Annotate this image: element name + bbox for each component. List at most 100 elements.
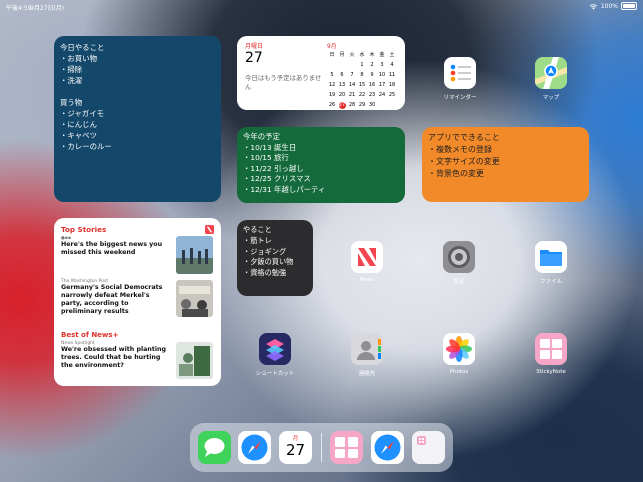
calendar-weekday: 月 [339,52,345,58]
memo-widget[interactable]: 今日やること ・お買い物 ・掃除 ・洗濯 買う物 ・ジャガイモ ・にんじん ・キ… [54,36,221,202]
app-features-widget[interactable]: アプリでできること ・複数メモの登録 ・文字サイズの変更 ・背景色の変更 [422,127,589,202]
app-label: リマインダー [443,95,477,101]
stickynote-icon [535,333,567,365]
messages-icon[interactable] [198,431,231,464]
app-stickynote[interactable]: StickyNote [521,333,581,375]
calendar-today: 月曜日 27 今日はもう予定はありません [245,41,325,92]
reminders-icon [444,57,476,89]
app-contacts[interactable]: 連絡先 [337,333,397,377]
news-featured-story[interactable]: News Spotlight We're obsessed with plant… [61,341,171,370]
calendar-weekday: 土 [389,52,395,58]
files-icon [535,241,567,273]
calendar-date [387,102,397,109]
calendar-date [327,62,337,69]
calendar-date: 26 [328,102,336,108]
news-story-title: Here's the biggest news you missed this … [61,241,163,256]
status-time: 午後4:59 [6,5,32,12]
status-right: 100% [589,2,637,10]
calendar-date: 4 [390,62,394,68]
app-label: StickyNote [536,369,566,375]
calendar-widget[interactable]: 月曜日 27 今日はもう予定はありません 9月 日月火水木金土123456789… [237,36,405,110]
calendar-date: 7 [350,72,354,78]
app-label: ショートカット [255,371,295,377]
calendar-date: 10 [378,72,386,78]
calendar-date: 13 [338,82,346,88]
settings-icon [443,241,475,273]
calendar-date [347,62,357,69]
contacts-icon [351,333,383,365]
news-featured-image [176,342,213,379]
calendar-date: 17 [378,82,386,88]
calendar-date: 29 [358,102,366,108]
app-features-text: アプリでできること ・複数メモの登録 ・文字サイズの変更 ・背景色の変更 [428,133,500,178]
memo-text: 今日やること ・お買い物 ・掃除 ・洗濯 買う物 ・ジャガイモ ・にんじん ・キ… [60,43,112,151]
calendar-date: 24 [378,92,386,98]
calendar-date: 9 [370,72,374,78]
calendar-date [377,102,387,109]
calendar-date: 22 [358,92,366,98]
app-reminders[interactable]: リマインダー [430,57,490,101]
app-maps[interactable]: マップ [521,57,581,101]
calendar-date: 21 [348,92,356,98]
app-news[interactable]: News [337,241,397,283]
calendar-date: 15 [358,82,366,88]
app-settings[interactable]: 設定 [429,241,489,285]
calendar-date: 23 [368,92,376,98]
safari-icon[interactable] [371,431,404,464]
calendar-weekday: 木 [369,52,375,58]
todo-widget[interactable]: やること ・筋トレ ・ジョギング ・夕飯の買い物 ・資格の勉強 [237,220,313,296]
news-story[interactable]: ●▪▪ Here's the biggest news you missed t… [61,236,171,257]
calendar-weekday: 日 [329,52,335,58]
calendar-month-label: 9月 [327,44,337,50]
app-label: ファイル [539,279,562,285]
news-widget[interactable]: Top Stories ●▪▪ Here's the biggest news … [54,218,221,386]
yearly-plan-widget[interactable]: 今年の予定 ・10/13 誕生日 ・10/15 旅行 ・11/22 引っ越し ・… [237,127,405,203]
calendar-icon[interactable]: 月 27 [279,431,312,464]
calendar-date: 1 [360,62,364,68]
app-label: 設定 [453,279,465,285]
battery-percent: 100% [600,2,618,10]
calendar-date: 19 [328,92,336,98]
calendar-month: 9月 日月火水木金土 1 2 3 4 5 6 7 8 9 10 11 12 13 14 15 16 17 18 19 2… [327,41,401,109]
app-shortcuts[interactable]: ショートカット [245,333,305,377]
calendar-date: 6 [340,72,344,78]
news-icon [351,241,383,273]
photos-icon [443,333,475,365]
shortcuts-icon [259,333,291,365]
status-date: 9月27日(月) [30,5,65,12]
dock-separator [321,433,322,462]
calendar-date: 12 [328,82,336,88]
news-story[interactable]: The Washington Post Germany's Social Dem… [61,279,171,316]
wifi-icon [589,3,598,10]
calendar-date-today: 27 [338,102,346,109]
recent-apps-icon[interactable] [412,431,445,464]
app-files[interactable]: ファイル [521,241,581,285]
calendar-date: 8 [360,72,364,78]
calendar-weekday: 金 [379,52,385,58]
yearly-plan-text: 今年の予定 ・10/13 誕生日 ・10/15 旅行 ・11/22 引っ越し ・… [243,132,326,194]
news-story-title: Germany's Social Democrats narrowly defe… [61,284,163,315]
calendar-date: 11 [388,72,396,78]
calendar-date: 20 [338,92,346,98]
calendar-weekday: 火 [349,52,355,58]
app-photos[interactable]: Photos [429,333,489,375]
calendar-date: 18 [388,82,396,88]
news-featured-title: We're obsessed with planting trees. Coul… [61,346,167,369]
calendar-date: 3 [380,62,384,68]
news-logo-icon [205,225,214,234]
calendar-grid: 日月火水木金土 1 2 3 4 5 6 7 8 9 10 11 12 13 14 15 16 17 18 19 20 21… [327,52,401,109]
calendar-date: 30 [368,102,376,108]
todo-text: やること ・筋トレ ・ジョギング ・夕飯の買い物 ・資格の勉強 [243,225,294,278]
calendar-day-of-week: 月曜日 [245,43,264,50]
stickynote-icon[interactable] [330,431,363,464]
calendar-date: 25 [388,92,396,98]
calendar-date [337,62,347,69]
safari-icon[interactable] [238,431,271,464]
calendar-weekday: 水 [359,52,365,58]
calendar-date: 5 [330,72,334,78]
dock-calendar-day: 27 [285,441,306,459]
calendar-date: 2 [370,62,374,68]
app-label: Photos [449,369,469,375]
maps-icon [535,57,567,89]
status-bar: 午後4:59 9月27日(月) 100% [0,0,643,12]
